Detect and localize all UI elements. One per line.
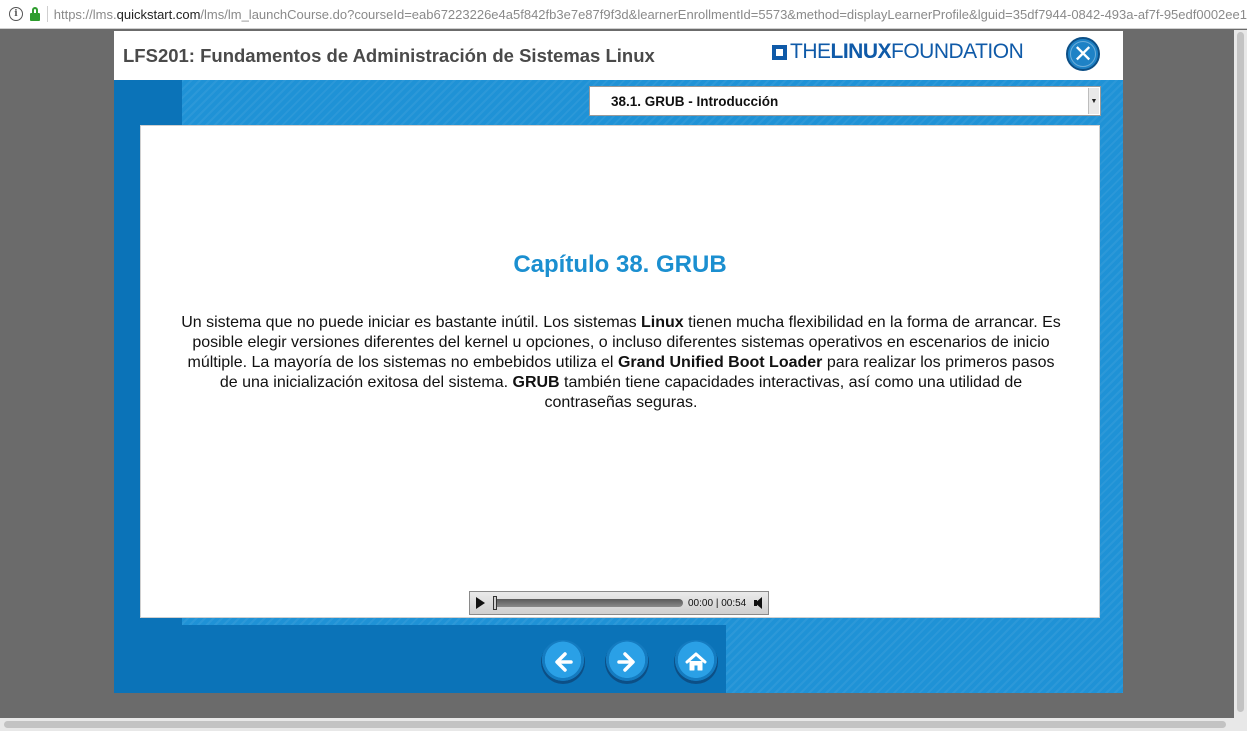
content-panel: Capítulo 38. GRUB Un sistema que no pued… <box>140 125 1100 618</box>
vertical-scrollbar[interactable] <box>1234 30 1247 718</box>
paragraph-bold-grub: GRUB <box>512 374 560 391</box>
chapter-paragraph: Un sistema que no puede iniciar es basta… <box>181 313 1061 413</box>
lock-icon <box>29 7 40 21</box>
play-icon[interactable] <box>476 597 485 609</box>
address-bar[interactable]: i https://lms.quickstart.com/lms/lm_laun… <box>0 0 1247 29</box>
back-button[interactable] <box>541 640 585 684</box>
chevron-down-icon[interactable]: ▼ <box>1088 88 1099 114</box>
home-button[interactable] <box>674 640 718 684</box>
course-header: LFS201: Fundamentos de Administración de… <box>114 31 1123 80</box>
linux-foundation-logo: THE LINUX FOUNDATION <box>772 40 1024 63</box>
audio-duration: 00:54 <box>721 597 747 609</box>
home-icon <box>685 652 707 671</box>
horizontal-scrollbar[interactable] <box>0 718 1247 731</box>
section-select[interactable]: 38.1. GRUB - Introducción ▼ <box>589 86 1101 116</box>
horizontal-scroll-thumb[interactable] <box>4 721 1226 728</box>
logo-linux: LINUX <box>830 40 892 63</box>
course-player: LFS201: Fundamentos de Administración de… <box>114 31 1123 693</box>
audio-time: 00:00 | 00:54 <box>688 598 746 609</box>
close-icon: ✕ <box>1072 40 1094 68</box>
chapter-title: Capítulo 38. GRUB <box>513 251 727 278</box>
url-prefix: https://lms. <box>53 6 117 22</box>
close-course-button[interactable]: ✕ <box>1066 37 1100 71</box>
section-select-value: 38.1. GRUB - Introducción <box>611 93 779 109</box>
next-button[interactable] <box>605 640 649 684</box>
vertical-scroll-thumb[interactable] <box>1237 32 1244 712</box>
course-title: LFS201: Fundamentos de Administración de… <box>123 45 655 66</box>
volume-icon[interactable] <box>754 597 763 609</box>
url-separator <box>46 6 48 22</box>
info-icon[interactable]: i <box>9 7 23 21</box>
audio-player: 00:00 | 00:54 <box>469 591 769 615</box>
logo-foundation: FOUNDATION <box>891 40 1024 63</box>
arrow-right-icon <box>617 652 635 672</box>
paragraph-bold-linux: Linux <box>641 314 684 331</box>
audio-current-time: 00:00 <box>688 597 714 609</box>
url-text[interactable]: https://lms.quickstart.com/lms/lm_launch… <box>54 7 1247 22</box>
paragraph-text-1: Un sistema que no puede iniciar es basta… <box>181 314 642 331</box>
audio-time-separator: | <box>715 597 719 609</box>
seek-handle[interactable] <box>493 596 497 610</box>
logo-mark-icon <box>772 44 787 60</box>
paragraph-text-4: también tiene capacidades interactivas, … <box>544 374 1023 411</box>
url-path: /lms/lm_launchCourse.do?courseId=eab6722… <box>200 6 1247 22</box>
logo-the: THE <box>790 40 831 63</box>
url-host: quickstart.com <box>116 6 201 22</box>
paragraph-bold-grub-full: Grand Unified Boot Loader <box>617 354 823 371</box>
audio-seek-bar[interactable] <box>493 596 683 610</box>
arrow-left-icon <box>555 652 573 672</box>
